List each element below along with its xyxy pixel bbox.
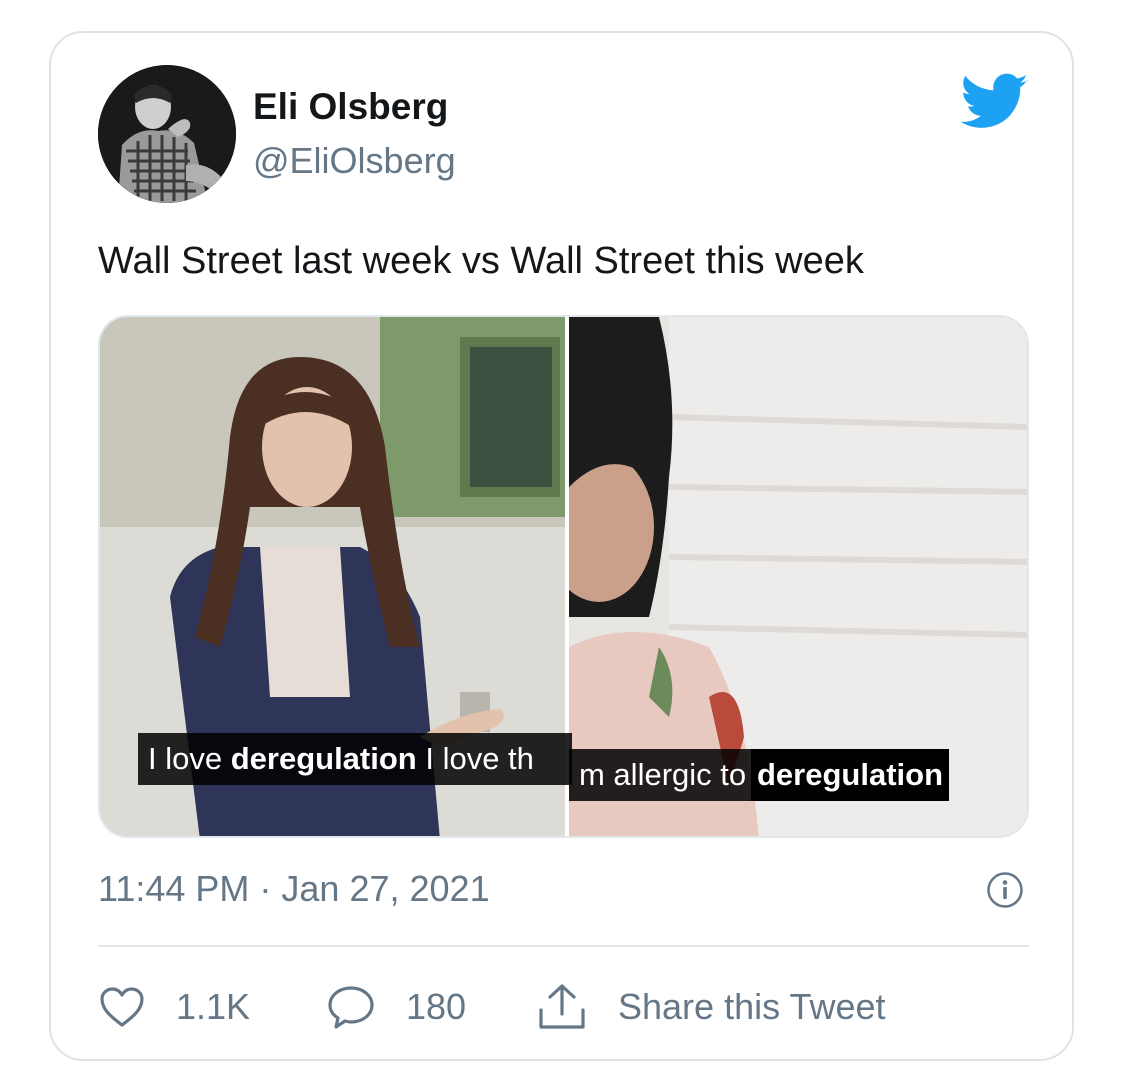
- reply-button[interactable]: 180: [326, 983, 466, 1031]
- like-count: 1.1K: [176, 986, 251, 1027]
- caption-left-suffix: I love th: [416, 741, 534, 776]
- speech-bubble-icon: [326, 983, 376, 1031]
- reply-count: 180: [406, 986, 467, 1027]
- heart-icon: [98, 985, 146, 1029]
- divider: [98, 945, 1029, 947]
- like-button[interactable]: 1.1K: [98, 983, 250, 1031]
- share-button[interactable]: Share this Tweet: [536, 983, 886, 1031]
- tweet-timestamp[interactable]: 11:44 PM · Jan 27, 2021: [98, 867, 490, 911]
- display-name[interactable]: Eli Olsberg: [253, 85, 448, 129]
- info-icon[interactable]: [986, 871, 1024, 909]
- caption-left-bold: deregulation: [230, 741, 417, 776]
- twitter-bird-icon[interactable]: [960, 73, 1029, 131]
- user-handle[interactable]: @EliOlsberg: [253, 139, 456, 183]
- tweet-text: Wall Street last week vs Wall Street thi…: [98, 240, 864, 282]
- caption-right-prefix: m allergic to: [579, 757, 747, 792]
- share-upload-icon: [536, 982, 588, 1032]
- media-caption-left: I love deregulation I love th: [138, 733, 572, 785]
- caption-left-prefix: I love: [148, 741, 231, 776]
- tweet-card[interactable]: Eli Olsberg @EliOlsberg Wall Street last…: [49, 31, 1074, 1061]
- tweet-media[interactable]: I love deregulation I love th m allergic…: [98, 315, 1029, 838]
- avatar[interactable]: [98, 65, 236, 203]
- media-caption-right-bold: deregulation: [751, 749, 950, 801]
- share-label: Share this Tweet: [618, 986, 886, 1027]
